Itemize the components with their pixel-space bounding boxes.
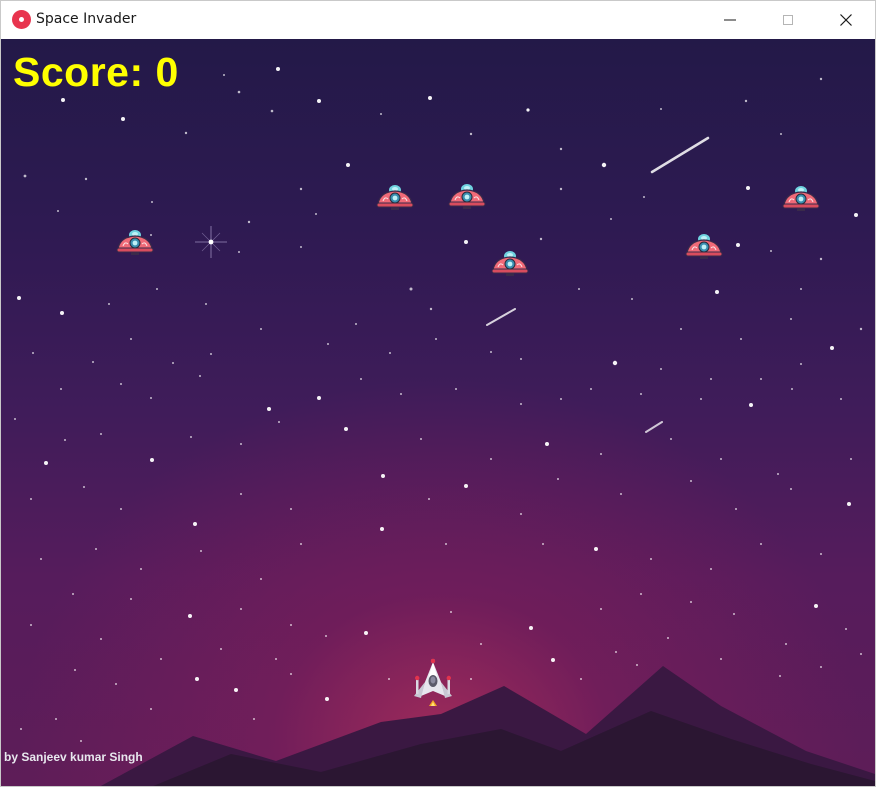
- minimize-button[interactable]: [701, 1, 759, 39]
- minimize-icon: [724, 19, 736, 21]
- window-title: Space Invader: [36, 11, 137, 27]
- close-button[interactable]: [817, 1, 875, 39]
- shooting-stars: [486, 136, 710, 433]
- title-bar[interactable]: Space Invader: [1, 1, 875, 39]
- ufo-icon: [490, 247, 530, 285]
- maximize-icon: [783, 15, 793, 25]
- ufo-icon: [115, 226, 155, 264]
- starfield: [14, 67, 863, 742]
- ufo-icon: [684, 230, 724, 268]
- close-icon: [840, 14, 852, 26]
- ufo-icon: [781, 182, 821, 220]
- sparkle-star: [195, 226, 227, 258]
- app-icon: [12, 10, 31, 29]
- maximize-button[interactable]: [759, 1, 817, 39]
- credit-label: by Sanjeev kumar Singh: [4, 750, 143, 764]
- ufo-icon: [375, 181, 415, 219]
- game-canvas[interactable]: Score: 0 by Sanjeev kumar Singh: [1, 39, 875, 786]
- score-label: Score: 0: [13, 49, 179, 95]
- spaceship-icon: [414, 658, 452, 706]
- ufo-icon: [447, 180, 487, 218]
- game-window: Space Invader Score: 0 by Sanjeev kumar …: [0, 0, 876, 787]
